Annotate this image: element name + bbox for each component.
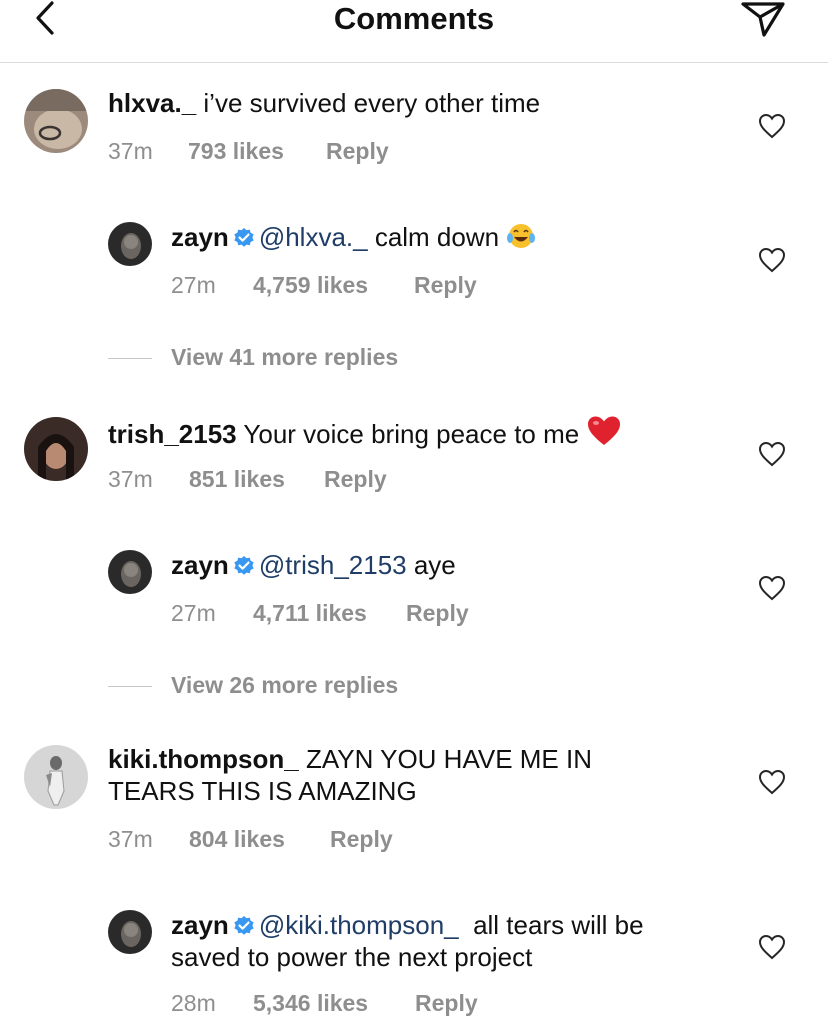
comment-time: 37m	[108, 826, 153, 852]
reply-text: calm down	[367, 222, 507, 252]
heart-outline-icon[interactable]	[758, 113, 786, 139]
laughing-tears-emoji-icon	[506, 222, 536, 257]
likes-count[interactable]: 4,759 likes	[253, 272, 368, 299]
mention-link[interactable]: @kiki.thompson_	[259, 910, 459, 940]
heart-outline-icon[interactable]	[758, 934, 786, 960]
comment-text: Your voice bring peace to me	[243, 419, 587, 449]
avatar[interactable]	[24, 89, 88, 153]
comment-time: 37m	[108, 138, 153, 164]
reply-username[interactable]: zayn	[171, 550, 229, 580]
heart-outline-icon[interactable]	[758, 769, 786, 795]
divider-line	[108, 358, 152, 359]
heart-outline-icon[interactable]	[758, 441, 786, 467]
view-more-replies-label[interactable]: View 26 more replies	[171, 672, 398, 699]
reply-button[interactable]: Reply	[415, 990, 478, 1017]
comment-username[interactable]: kiki.thompson_	[108, 744, 299, 774]
reply-time: 27m	[171, 600, 216, 626]
reply-text: all tears will be	[458, 910, 644, 940]
mention-link[interactable]: @trish_2153	[259, 550, 407, 580]
verified-badge-icon	[233, 224, 255, 247]
reply-button[interactable]: Reply	[326, 138, 389, 165]
red-heart-emoji-icon	[586, 415, 622, 454]
mention-link[interactable]: @hlxva._	[259, 222, 368, 252]
verified-badge-icon	[233, 912, 255, 935]
comment-text: ZAYN YOU HAVE ME IN	[305, 744, 592, 774]
heart-outline-icon[interactable]	[758, 575, 786, 601]
likes-count[interactable]: 5,346 likes	[253, 990, 368, 1017]
reply-button[interactable]: Reply	[406, 600, 469, 627]
avatar[interactable]	[108, 222, 152, 266]
comment-text: i’ve survived every other time	[203, 88, 541, 118]
avatar[interactable]	[24, 745, 88, 809]
page-title: Comments	[333, 1, 495, 36]
comment-username[interactable]: hlxva._	[108, 88, 196, 118]
heart-outline-icon[interactable]	[758, 247, 786, 273]
likes-count[interactable]: 851 likes	[189, 466, 285, 493]
paper-plane-icon[interactable]	[740, 0, 786, 40]
reply-button[interactable]: Reply	[330, 826, 393, 853]
likes-count[interactable]: 4,711 likes	[253, 600, 367, 627]
comment-time: 37m	[108, 466, 153, 492]
view-more-replies-label[interactable]: View 41 more replies	[171, 344, 398, 371]
comment-username[interactable]: trish_2153	[108, 419, 237, 449]
comment-text-line2: TEARS THIS IS AMAZING	[108, 776, 417, 806]
likes-count[interactable]: 804 likes	[189, 826, 285, 853]
avatar[interactable]	[108, 550, 152, 594]
divider-line	[108, 686, 152, 687]
reply-button[interactable]: Reply	[324, 466, 387, 493]
comments-header: Comments	[0, 0, 828, 63]
reply-time: 28m	[171, 990, 216, 1016]
reply-text: aye	[406, 550, 456, 580]
likes-count[interactable]: 793 likes	[188, 138, 284, 165]
reply-button[interactable]: Reply	[414, 272, 477, 299]
avatar[interactable]	[108, 910, 152, 954]
reply-username[interactable]: zayn	[171, 910, 229, 940]
avatar[interactable]	[24, 417, 88, 481]
reply-time: 27m	[171, 272, 216, 298]
reply-username[interactable]: zayn	[171, 222, 229, 252]
reply-text-line2: saved to power the next project	[171, 942, 533, 972]
verified-badge-icon	[233, 552, 255, 575]
